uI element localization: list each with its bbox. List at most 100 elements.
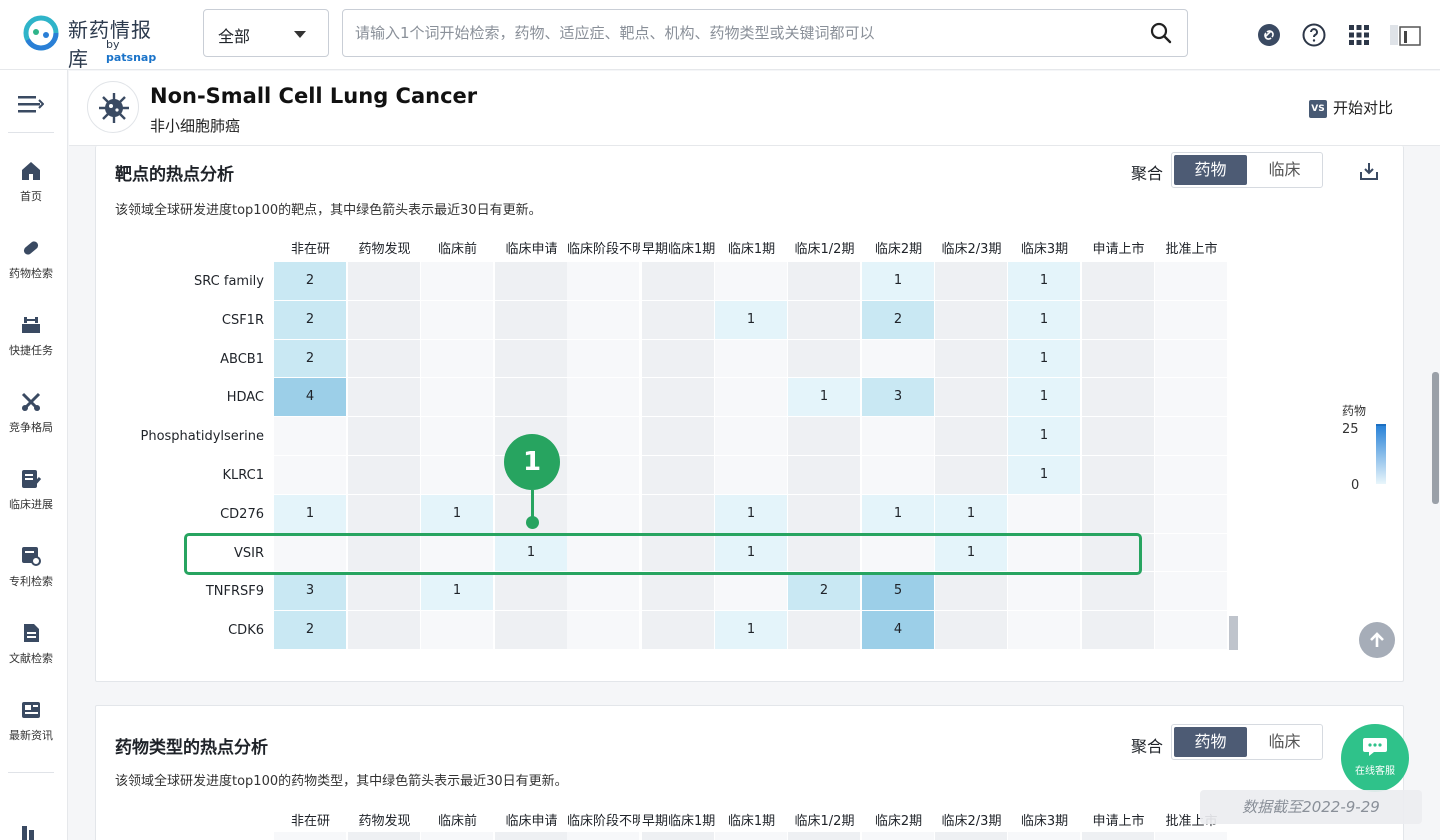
- heatmap-cell[interactable]: 1: [421, 572, 494, 612]
- heatmap-cell: [567, 494, 640, 534]
- legend-min: 0: [1351, 478, 1360, 493]
- patent-icon: [22, 547, 41, 566]
- heatmap-row-label[interactable]: CDK6: [96, 623, 264, 638]
- heatmap-cell: [495, 300, 568, 340]
- drugtype-heatmap-column-header: 临床1期: [727, 814, 776, 828]
- heatmap-cell[interactable]: 1: [1008, 339, 1081, 379]
- heatmap-cell: [642, 262, 715, 301]
- heatmap-cell: [788, 339, 861, 379]
- heatmap-cell: [715, 456, 788, 495]
- heatmap-cell: [642, 300, 715, 340]
- heatmap-cell[interactable]: 1: [1008, 456, 1081, 495]
- heatmap-cell[interactable]: 1: [421, 494, 494, 534]
- heatmap-cell: [1155, 456, 1228, 495]
- indication-header: Non-Small Cell Lung Cancer 非小细胞肺癌 VS 开始对比: [69, 71, 1440, 146]
- more-icon[interactable]: [22, 822, 40, 840]
- heatmap-row-label[interactable]: ABCB1: [96, 352, 264, 367]
- heatmap-scrollbar[interactable]: [1229, 616, 1238, 650]
- heatmap-row-label[interactable]: TNFRSF9: [96, 584, 264, 599]
- start-compare-button[interactable]: VS 开始对比: [1309, 97, 1393, 119]
- online-support-button[interactable]: 在线客服: [1341, 724, 1409, 792]
- heatmap-cell[interactable]: 1: [788, 378, 861, 418]
- heatmap-cell[interactable]: 5: [862, 572, 935, 612]
- clinical-icon: [22, 470, 42, 488]
- sidebar-item-news[interactable]: 最新资讯: [0, 699, 62, 759]
- heatmap-cell[interactable]: 1: [274, 494, 347, 534]
- heatmap-row-label[interactable]: HDAC: [96, 390, 264, 405]
- heatmap-cell: [348, 572, 421, 612]
- heatmap-cell[interactable]: 2: [862, 300, 935, 340]
- heatmap-row-label[interactable]: CSF1R: [96, 313, 264, 328]
- heatmap-cell: [348, 611, 421, 650]
- heatmap-cell: [1155, 494, 1228, 534]
- sidebar-item-literature[interactable]: 文献检索: [0, 622, 62, 682]
- heatmap-cell[interactable]: 1: [862, 262, 935, 301]
- heatmap-cell: [348, 262, 421, 301]
- heatmap-cell[interactable]: 3: [862, 378, 935, 418]
- heatmap-cell: [1155, 832, 1228, 840]
- heatmap-cell: [788, 832, 861, 840]
- heatmap-cell[interactable]: 1: [1008, 417, 1081, 456]
- drugtype-heatmap-column-header: 药物发现: [358, 814, 411, 828]
- heatmap-cell: [567, 572, 640, 612]
- heatmap-row-label[interactable]: SRC family: [96, 274, 264, 289]
- heatmap-cell: [642, 417, 715, 456]
- heatmap-cell[interactable]: 3: [274, 572, 347, 612]
- heatmap-row-label[interactable]: KLRC1: [96, 468, 264, 483]
- heatmap-cell[interactable]: 2: [274, 611, 347, 650]
- heatmap-cell[interactable]: 1: [1008, 378, 1081, 418]
- chat-bubble-icon: [1363, 738, 1387, 756]
- search-input[interactable]: [343, 10, 1133, 56]
- heatmap-cell[interactable]: 1: [715, 494, 788, 534]
- heatmap-cell[interactable]: 1: [862, 494, 935, 534]
- apps-grid-icon[interactable]: [1346, 22, 1372, 48]
- heatmap-column-header: 申请上市: [1092, 242, 1145, 256]
- heatmap-row-label[interactable]: Phosphatidylserine: [96, 429, 265, 444]
- heatmap-cell[interactable]: 2: [274, 300, 347, 340]
- user-avatar-icon[interactable]: [1388, 22, 1422, 48]
- heatmap-cell[interactable]: 1: [715, 611, 788, 650]
- sidebar-item-competition[interactable]: 竞争格局: [0, 391, 62, 451]
- search-icon[interactable]: [1149, 21, 1173, 45]
- sidebar-item-quick-tasks[interactable]: 快捷任务: [0, 314, 62, 374]
- heatmap-row-label[interactable]: CD276: [96, 507, 264, 522]
- menu-collapse-icon[interactable]: [18, 94, 44, 114]
- help-icon[interactable]: [1301, 22, 1327, 48]
- sidebar-item-drug-search[interactable]: 药物检索: [0, 237, 62, 297]
- heatmap-cell: [421, 832, 494, 840]
- heatmap-cell[interactable]: 1: [1008, 300, 1081, 340]
- heatmap-cell[interactable]: 4: [274, 378, 347, 418]
- page-scrollbar[interactable]: [1432, 372, 1439, 504]
- heatmap-cell: [1155, 417, 1228, 456]
- heatmap-cell[interactable]: 1: [715, 300, 788, 340]
- heatmap-cell[interactable]: 1: [935, 494, 1008, 534]
- sidebar-item-clinical[interactable]: 临床进展: [0, 468, 62, 528]
- search-scope-select[interactable]: 全部: [203, 9, 329, 57]
- heatmap-column-header: 临床前: [437, 242, 477, 256]
- heatmap-cell: [567, 262, 640, 301]
- page-subtitle: 非小细胞肺癌: [150, 117, 241, 135]
- legend-title: 药物: [1342, 404, 1367, 418]
- heatmap-cell[interactable]: 2: [274, 339, 347, 379]
- heatmap-cell[interactable]: 2: [788, 572, 861, 612]
- app-logo[interactable]: 新药情报库 by patsnap: [22, 12, 172, 71]
- start-compare-label: 开始对比: [1333, 99, 1394, 117]
- heatmap-cell[interactable]: 4: [862, 611, 935, 650]
- heatmap-cell[interactable]: 2: [274, 262, 347, 301]
- sidebar-item-patent[interactable]: 专利检索: [0, 545, 62, 605]
- heatmap-cell: [788, 417, 861, 456]
- back-to-top-button[interactable]: [1359, 622, 1395, 658]
- heatmap-cell: [1082, 378, 1155, 418]
- app-byline: by patsnap: [106, 38, 157, 64]
- heatmap-cell[interactable]: 1: [1008, 262, 1081, 301]
- drugtype-heatmap-column-header: 临床2/3期: [941, 814, 1002, 828]
- sidebar-item-home[interactable]: 首页: [0, 160, 62, 220]
- heatmap-cell: [567, 611, 640, 650]
- drugtype-heatmap-column-header: 临床阶段不明: [567, 814, 640, 828]
- sidebar: 首页 药物检索 快捷任务 竞争格局 临床进展 专利检索 文献检索 最新资讯: [0, 70, 68, 840]
- link-icon[interactable]: [1256, 22, 1282, 48]
- highlight-row-box: [184, 533, 1142, 575]
- heatmap-cell: [1008, 832, 1081, 840]
- heatmap-cell: [567, 339, 640, 379]
- heatmap-cell: [715, 339, 788, 379]
